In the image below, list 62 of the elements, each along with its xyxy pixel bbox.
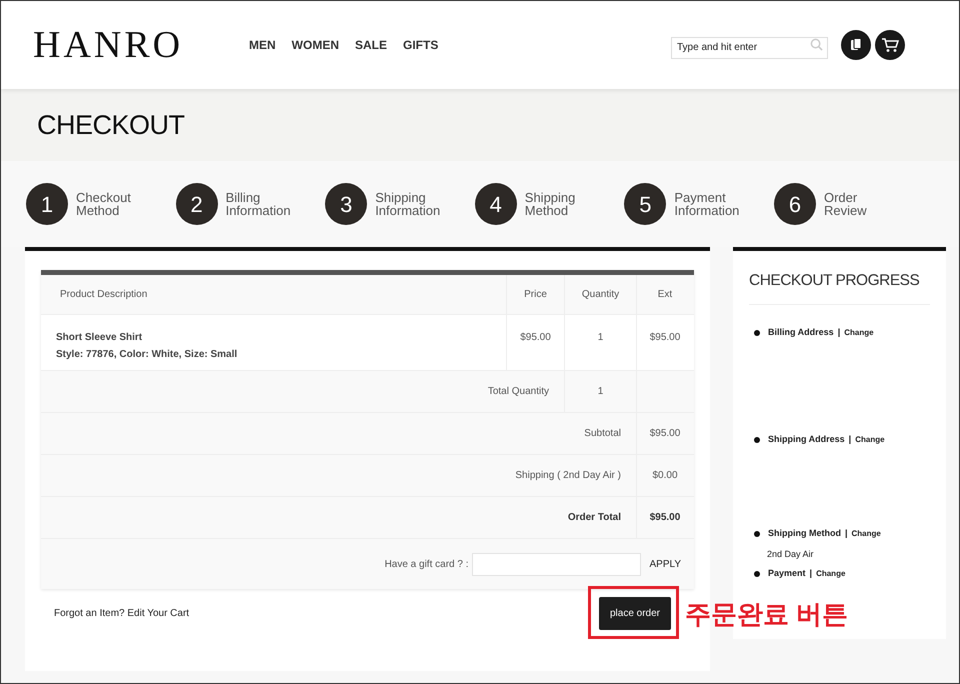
- column-header: Ext: [636, 275, 693, 314]
- separator: |: [844, 527, 848, 540]
- column-header: Price: [506, 275, 564, 314]
- step-label: Payment Information: [674, 191, 740, 217]
- step-number: 2: [176, 183, 218, 225]
- bullet-icon: [754, 571, 760, 577]
- separator: |: [810, 567, 812, 580]
- price-cell: $95.00: [506, 315, 564, 370]
- separator: |: [838, 326, 840, 340]
- step-number: 1: [26, 183, 68, 225]
- nav-link[interactable]: MEN: [249, 36, 276, 54]
- place-order-button[interactable]: place order: [599, 597, 671, 630]
- separator: |: [848, 433, 852, 446]
- summary-label: Order Total: [566, 511, 622, 525]
- logo[interactable]: HANRO: [33, 26, 203, 64]
- step-label: Shipping Method: [524, 191, 576, 217]
- section-label: Shipping Address: [768, 433, 845, 446]
- summary-value: 1: [564, 371, 636, 412]
- bullet-icon: [754, 330, 760, 336]
- step-label: Checkout Method: [76, 191, 131, 217]
- search-field[interactable]: Type and hit enter: [671, 36, 828, 58]
- change-link[interactable]: Change: [855, 434, 885, 446]
- step-number: 5: [624, 183, 666, 225]
- section-label: Billing Address: [768, 326, 834, 340]
- step-number: 3: [325, 183, 368, 225]
- column-header: Quantity: [564, 275, 636, 314]
- change-link[interactable]: Change: [816, 568, 846, 580]
- product-name: Short Sleeve Shirt: [56, 331, 144, 345]
- nav-link[interactable]: WOMEN: [292, 36, 339, 54]
- nav-link[interactable]: SALE: [355, 36, 388, 54]
- edit-cart-link[interactable]: Forgot an Item? Edit Your Cart: [54, 606, 190, 621]
- apply-button[interactable]: APPLY: [650, 556, 681, 572]
- summary-label: Shipping ( 2nd Day Air ): [514, 469, 622, 483]
- summary-value: $95.00: [636, 497, 693, 538]
- bullet-icon: [754, 437, 760, 443]
- bullet-icon: [754, 531, 760, 537]
- step-number: 4: [474, 183, 517, 225]
- progress-title: CHECKOUT PROGRESS: [749, 251, 930, 306]
- page-title: CHECKOUT: [37, 108, 185, 142]
- summary-value: $95.00: [636, 413, 693, 454]
- nav-link[interactable]: GIFTS: [403, 36, 438, 54]
- summary-label: Total Quantity: [486, 385, 550, 399]
- change-link[interactable]: Change: [844, 327, 874, 339]
- change-link[interactable]: Change: [852, 528, 881, 540]
- summary-value: $0.00: [636, 455, 693, 496]
- section-detail: 2nd Day Air: [767, 548, 815, 561]
- summary-label: Subtotal: [583, 427, 622, 441]
- gift-card-label: Have a gift card ? :: [384, 558, 468, 572]
- annotation-text: 주문완료 버튼: [685, 599, 848, 629]
- section-label: Shipping Method: [768, 527, 841, 540]
- column-header: Product Description: [59, 288, 148, 302]
- copy-icon[interactable]: [841, 30, 871, 60]
- step-label: Shipping Information: [375, 191, 440, 217]
- gift-card-field[interactable]: [472, 552, 640, 576]
- step-label: Billing Information: [226, 191, 291, 217]
- product-details: Style: 77876, Color: White, Size: Small: [56, 348, 238, 362]
- section-label: Payment: [768, 567, 806, 580]
- step-number: 6: [774, 183, 816, 225]
- step-label: Order Review: [824, 191, 867, 217]
- ext-cell: $95.00: [636, 315, 693, 370]
- cart-icon[interactable]: [875, 30, 905, 60]
- quantity-cell: 1: [564, 315, 636, 370]
